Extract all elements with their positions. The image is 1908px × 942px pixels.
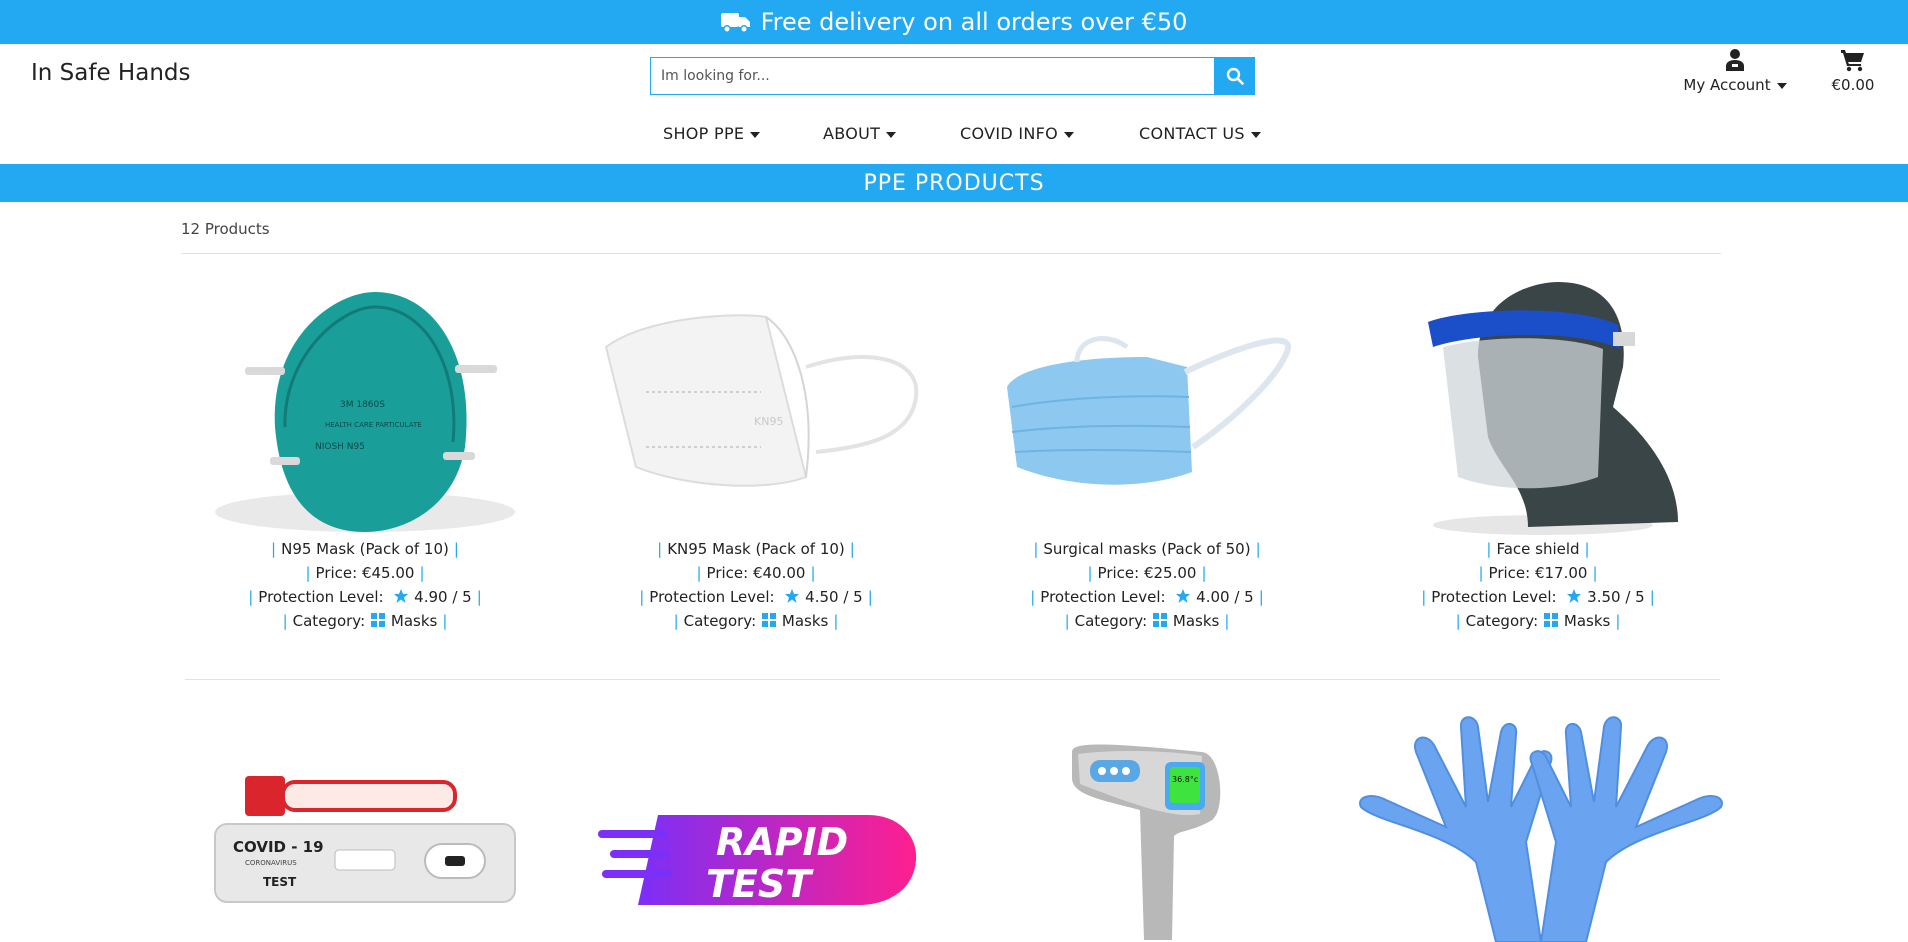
nav-contact-us[interactable]: CONTACT US <box>1139 124 1279 143</box>
rapid-test-word-1: RAPID <box>716 820 848 864</box>
svg-text:HEALTH CARE PARTICULATE: HEALTH CARE PARTICULATE <box>325 421 422 429</box>
category-grid-icon <box>761 613 776 627</box>
divider <box>185 679 1720 680</box>
rapid-test-image[interactable]: RAPID TEST <box>598 805 918 915</box>
divider <box>181 253 1721 254</box>
category-grid-icon <box>1543 613 1558 627</box>
product-name[interactable]: Face shield <box>1496 540 1579 558</box>
product-price: €40.00 <box>752 564 806 582</box>
product-name[interactable]: N95 Mask (Pack of 10) <box>281 540 449 558</box>
category-grid-icon <box>1152 613 1167 627</box>
cart-icon <box>1841 50 1864 72</box>
svg-text:KN95: KN95 <box>754 415 783 428</box>
product-name[interactable]: Surgical masks (Pack of 50) <box>1043 540 1250 558</box>
product-name[interactable]: KN95 Mask (Pack of 10) <box>667 540 845 558</box>
kn95-mask-image[interactable]: KN95 <box>566 277 946 537</box>
chevron-down-icon <box>886 131 897 138</box>
product-category[interactable]: Masks <box>391 612 437 630</box>
protection-rating: 4.90 / 5 <box>414 588 472 606</box>
search-icon <box>1226 67 1244 85</box>
product-card[interactable]: KN95 | KN95 Mask (Pack of 10) | | Price: €4… <box>566 277 946 633</box>
svg-text:3M 1860S: 3M 1860S <box>340 400 385 410</box>
protection-rating: 3.50 / 5 <box>1587 588 1645 606</box>
test-kit-label: COVID - 19 <box>233 838 324 856</box>
nav-covid-info[interactable]: COVID INFO <box>960 124 1139 143</box>
user-icon <box>1726 49 1744 71</box>
my-account-label: My Account <box>1683 76 1771 94</box>
category-grid-icon <box>370 613 385 627</box>
truck-icon <box>720 13 750 33</box>
covid-test-kit-image[interactable]: COVID - 19 CORONAVIRUS TEST <box>205 768 525 908</box>
product-card[interactable]: 3M 1860S HEALTH CARE PARTICULATE NIOSH N… <box>175 277 555 633</box>
product-category[interactable]: Masks <box>782 612 828 630</box>
star-icon <box>785 589 800 603</box>
surgical-mask-image[interactable] <box>957 277 1337 537</box>
star-icon <box>1567 589 1582 603</box>
rapid-test-word-2: TEST <box>706 862 814 906</box>
n95-mask-image[interactable]: 3M 1860S HEALTH CARE PARTICULATE NIOSH N… <box>175 277 555 537</box>
product-card[interactable]: | Surgical masks (Pack of 50) | | Price: €2… <box>957 277 1337 633</box>
main-nav: SHOP PPE ABOUT COVID INFO CONTACT US <box>663 124 1279 143</box>
page-title: PPE PRODUCTS <box>0 164 1908 202</box>
nav-shop-ppe[interactable]: SHOP PPE <box>663 124 823 143</box>
svg-text:NIOSH N95: NIOSH N95 <box>315 442 365 452</box>
thermometer-reading: 36.8°c <box>1172 775 1198 784</box>
banner-text: Free delivery on all orders over €50 <box>760 8 1188 36</box>
chevron-down-icon <box>750 131 761 138</box>
product-category[interactable]: Masks <box>1173 612 1219 630</box>
chevron-down-icon <box>1776 82 1787 89</box>
site-logo[interactable]: In Safe Hands <box>31 60 190 86</box>
chevron-down-icon <box>1064 131 1075 138</box>
star-icon <box>1176 589 1191 603</box>
product-card[interactable]: | Face shield | | Price: €17.00 | | Protectio… <box>1348 277 1728 633</box>
product-category[interactable]: Masks <box>1564 612 1610 630</box>
test-kit-test: TEST <box>263 875 297 889</box>
test-kit-sub: CORONAVIRUS <box>245 859 297 867</box>
product-price: €17.00 <box>1534 564 1588 582</box>
product-count: 12 Products <box>181 220 270 238</box>
chevron-down-icon <box>1250 131 1261 138</box>
nitrile-gloves-image[interactable] <box>1356 712 1726 942</box>
my-account-menu[interactable]: My Account <box>1680 48 1790 94</box>
star-icon <box>394 589 409 603</box>
search-button[interactable] <box>1214 57 1255 95</box>
nav-about[interactable]: ABOUT <box>823 124 960 143</box>
shopping-cart[interactable]: €0.00 <box>1822 48 1884 94</box>
search-bar <box>650 57 1255 95</box>
thermometer-image[interactable]: 36.8°c <box>1062 740 1232 940</box>
cart-total: €0.00 <box>1831 76 1875 94</box>
face-shield-image[interactable] <box>1348 277 1728 537</box>
free-delivery-banner: Free delivery on all orders over €50 <box>0 0 1908 44</box>
product-price: €45.00 <box>361 564 415 582</box>
protection-rating: 4.00 / 5 <box>1196 588 1254 606</box>
protection-rating: 4.50 / 5 <box>805 588 863 606</box>
product-price: €25.00 <box>1143 564 1197 582</box>
search-input[interactable] <box>650 57 1214 95</box>
